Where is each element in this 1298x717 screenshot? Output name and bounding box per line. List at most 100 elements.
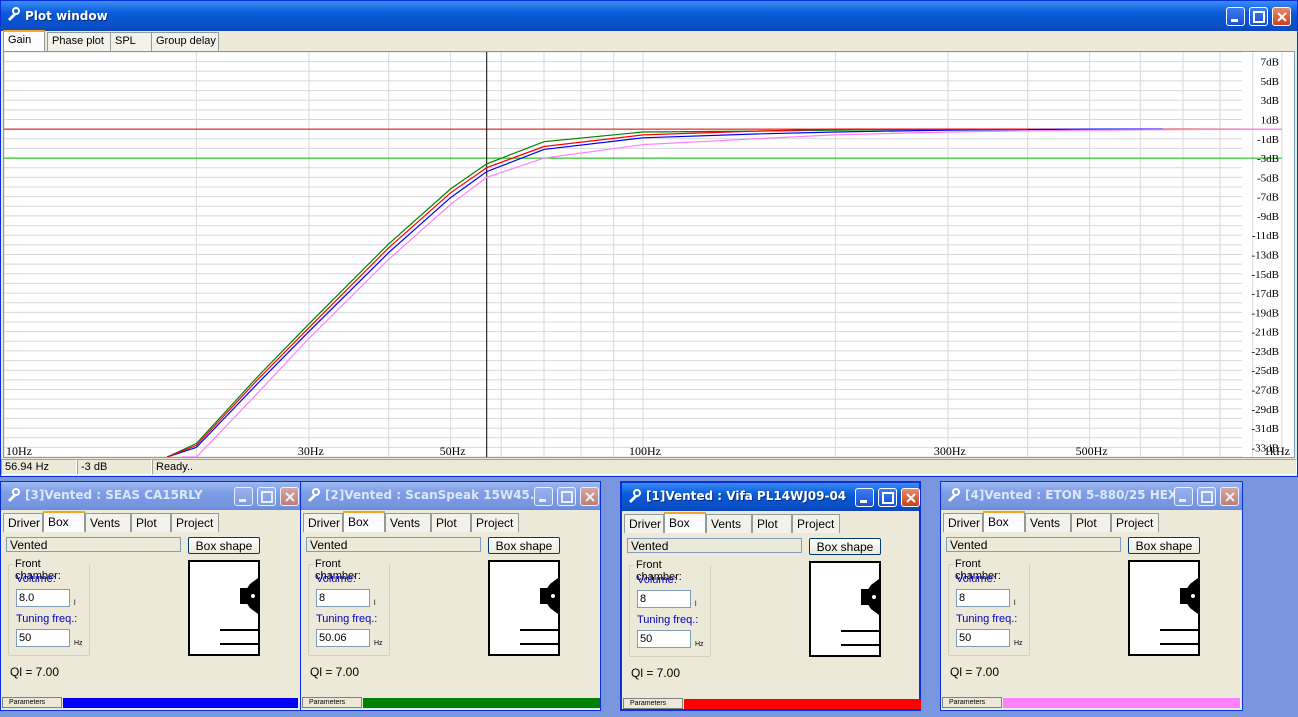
maximize-icon bbox=[561, 491, 573, 503]
volume-unit: l bbox=[1014, 600, 1016, 607]
volume-input[interactable]: 8.0 bbox=[16, 589, 70, 607]
parameters-tab[interactable]: Parameters bbox=[623, 698, 683, 709]
tab-driver[interactable]: Driver bbox=[303, 513, 343, 532]
close-button[interactable] bbox=[901, 488, 920, 507]
box-shape-button[interactable]: Box shape bbox=[809, 538, 881, 555]
x-tick-label: 1kHz bbox=[1264, 444, 1290, 457]
tab-project[interactable]: Project bbox=[171, 513, 219, 532]
maximize-icon bbox=[882, 492, 894, 504]
tab-phase-plot[interactable]: Phase plot bbox=[47, 32, 111, 51]
parameters-tab[interactable]: Parameters bbox=[2, 697, 62, 708]
y-tick-label: -15dB bbox=[1252, 269, 1280, 281]
maximize-button[interactable] bbox=[878, 488, 897, 507]
minimize-button[interactable] bbox=[1174, 487, 1193, 506]
tab-project[interactable]: Project bbox=[792, 514, 840, 533]
tab-vents[interactable]: Vents bbox=[385, 513, 431, 532]
tab-box[interactable]: Box bbox=[664, 512, 706, 533]
volume-label: Volume: bbox=[637, 574, 677, 586]
tuning-freq-input[interactable]: 50 bbox=[637, 630, 691, 648]
box-type-field[interactable]: Vented bbox=[306, 537, 481, 552]
ql-value: Ql = 7.00 bbox=[310, 665, 360, 679]
tab-spl[interactable]: SPL bbox=[110, 32, 152, 51]
minimize-icon bbox=[539, 499, 546, 502]
parameters-tab[interactable]: Parameters bbox=[942, 697, 1002, 708]
tuning-freq-label: Tuning freq.: bbox=[637, 614, 699, 626]
ql-value: Ql = 7.00 bbox=[10, 665, 60, 679]
close-button[interactable] bbox=[280, 487, 299, 506]
box-type-field[interactable]: Vented bbox=[946, 537, 1121, 552]
close-icon bbox=[285, 492, 295, 502]
tab-plot[interactable]: Plot bbox=[752, 514, 792, 533]
volume-label: Volume: bbox=[316, 573, 356, 585]
speaker-tool-icon bbox=[948, 488, 960, 502]
tab-vents[interactable]: Vents bbox=[1025, 513, 1071, 532]
tuning-freq-input[interactable]: 50 bbox=[16, 629, 70, 647]
close-button[interactable] bbox=[1220, 487, 1239, 506]
maximize-button[interactable] bbox=[257, 487, 276, 506]
volume-unit: l bbox=[74, 600, 76, 607]
tab-driver[interactable]: Driver bbox=[3, 513, 43, 532]
y-tick-label: -21dB bbox=[1252, 327, 1280, 339]
x-tick-label: 30Hz bbox=[298, 444, 324, 457]
tab-group-delay[interactable]: Group delay bbox=[151, 32, 219, 51]
x-tick-label: 50Hz bbox=[440, 444, 466, 457]
close-icon bbox=[906, 493, 916, 503]
volume-input[interactable]: 8 bbox=[637, 590, 691, 608]
tab-box[interactable]: Box bbox=[43, 511, 85, 532]
minimize-button[interactable] bbox=[234, 487, 253, 506]
tuning-freq-input[interactable]: 50 bbox=[956, 629, 1010, 647]
volume-input[interactable]: 8 bbox=[316, 589, 370, 607]
tab-project[interactable]: Project bbox=[1111, 513, 1159, 532]
box-shape-button[interactable]: Box shape bbox=[488, 537, 560, 554]
tab-driver[interactable]: Driver bbox=[943, 513, 983, 532]
plot-window-titlebar[interactable]: Plot window bbox=[1, 1, 1297, 31]
panel-titlebar[interactable]: [2]Vented : ScanSpeak 15W45... bbox=[301, 482, 600, 510]
tab-box[interactable]: Box bbox=[343, 511, 385, 532]
box-type-field[interactable]: Vented bbox=[627, 538, 802, 553]
front-chamber-group: Front chamber: Volume: 8.0 l Tuning freq… bbox=[8, 558, 90, 656]
tab-project[interactable]: Project bbox=[471, 513, 519, 532]
minimize-icon bbox=[1231, 19, 1238, 22]
minimize-button[interactable] bbox=[1226, 7, 1245, 26]
parameters-tab[interactable]: Parameters bbox=[302, 697, 362, 708]
box-shape-button[interactable]: Box shape bbox=[188, 537, 260, 554]
y-tick-label: -23dB bbox=[1252, 346, 1280, 358]
gain-chart[interactable]: 7dB 5dB 3dB 1dB -1dB -3dB -5dB -7dB -9dB -11dB -13… bbox=[4, 52, 1294, 457]
tab-vents[interactable]: Vents bbox=[706, 514, 752, 533]
tab-plot[interactable]: Plot bbox=[1071, 513, 1111, 532]
maximize-button[interactable] bbox=[557, 487, 576, 506]
box-shape-diagram bbox=[188, 560, 260, 656]
driver-color-bar bbox=[63, 698, 298, 708]
close-icon bbox=[585, 492, 595, 502]
close-button[interactable] bbox=[1272, 7, 1291, 26]
y-tick-label: -17dB bbox=[1252, 288, 1280, 300]
tab-plot[interactable]: Plot bbox=[131, 513, 171, 532]
tab-vents[interactable]: Vents bbox=[85, 513, 131, 532]
maximize-button[interactable] bbox=[1249, 7, 1268, 26]
tab-plot[interactable]: Plot bbox=[431, 513, 471, 532]
tab-box[interactable]: Box bbox=[983, 511, 1025, 532]
volume-unit: l bbox=[374, 600, 376, 607]
tab-gain[interactable]: Gain bbox=[3, 30, 45, 51]
plot-window-title: Plot window bbox=[25, 9, 108, 23]
tuning-freq-unit: Hz bbox=[1014, 640, 1023, 647]
tuning-freq-input[interactable]: 50.06 bbox=[316, 629, 370, 647]
panel-titlebar[interactable]: [3]Vented : SEAS CA15RLY bbox=[1, 482, 300, 510]
maximize-icon bbox=[1253, 11, 1265, 23]
y-tick-label: 7dB bbox=[1261, 57, 1279, 69]
box-shape-diagram bbox=[809, 561, 881, 657]
maximize-button[interactable] bbox=[1197, 487, 1216, 506]
tab-driver[interactable]: Driver bbox=[624, 514, 664, 533]
panel-titlebar[interactable]: [4]Vented : ETON 5-880/25 HEX bbox=[941, 482, 1242, 510]
gain-plot-area[interactable]: 7dB 5dB 3dB 1dB -1dB -3dB -5dB -7dB -9dB -11dB -13… bbox=[3, 51, 1295, 458]
driver-panel-2: [2]Vented : ScanSpeak 15W45... Driver Bo… bbox=[300, 481, 601, 711]
panel-titlebar[interactable]: [1]Vented : Vifa PL14WJ09-04 bbox=[622, 483, 920, 511]
close-button[interactable] bbox=[580, 487, 599, 506]
driver-color-bar bbox=[363, 698, 600, 708]
volume-input[interactable]: 8 bbox=[956, 589, 1010, 607]
minimize-button[interactable] bbox=[855, 488, 874, 507]
speaker-tool-icon bbox=[308, 488, 320, 502]
box-type-field[interactable]: Vented bbox=[6, 537, 181, 552]
box-shape-button[interactable]: Box shape bbox=[1128, 537, 1200, 554]
minimize-button[interactable] bbox=[534, 487, 553, 506]
